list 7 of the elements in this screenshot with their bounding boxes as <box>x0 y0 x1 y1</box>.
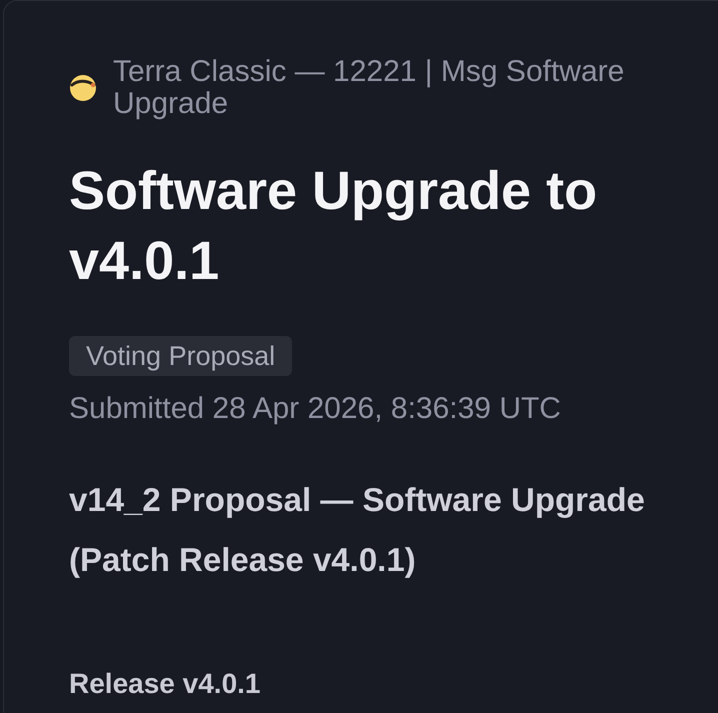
logo-icon <box>69 74 97 102</box>
submitted-date: Submitted 28 Apr 2026, 8:36:39 UTC <box>69 392 562 426</box>
proposal-title: Software Upgrade to v4.0.1 <box>69 160 598 293</box>
chain-label: Terra Classic — 12221 | Msg Software Upgrade <box>113 56 626 120</box>
proposal-type-badge: Voting Proposal <box>69 336 292 376</box>
description-subheading: Release v4.0.1 <box>69 668 262 700</box>
description-heading: v14_2 Proposal — Software Upgrade (Patch Release v4.0.1) <box>69 480 646 580</box>
